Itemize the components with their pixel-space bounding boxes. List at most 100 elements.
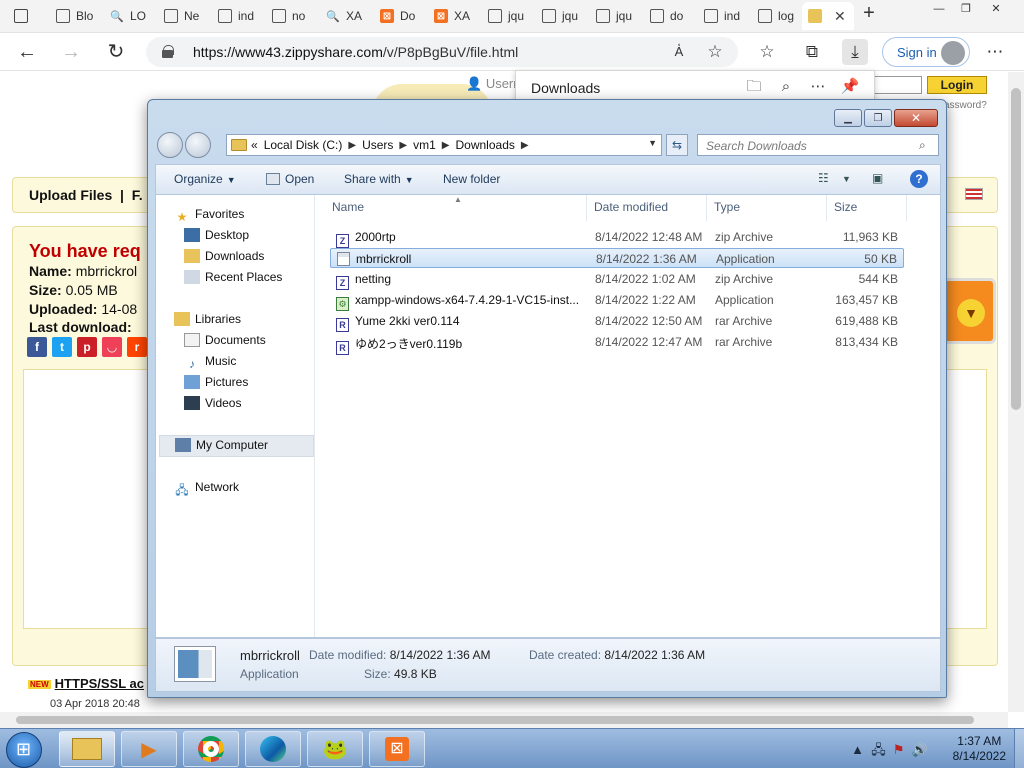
close-tab-icon[interactable]: ✕ bbox=[834, 8, 846, 25]
organize-button[interactable]: Organize ▼ bbox=[174, 172, 236, 186]
reddit-icon[interactable]: r bbox=[127, 337, 147, 357]
page-horizontal-scrollbar[interactable] bbox=[0, 712, 1008, 728]
chevron-down-icon[interactable]: ▼ bbox=[842, 174, 860, 190]
forgot-password-link[interactable]: assword? bbox=[944, 100, 987, 111]
download-button[interactable]: ▼ bbox=[942, 278, 996, 344]
new-folder-button[interactable]: New folder bbox=[443, 172, 500, 186]
refresh-icon[interactable]: ⇆ bbox=[666, 134, 688, 156]
add-favorite-icon[interactable]: ☆ bbox=[702, 39, 728, 65]
help-icon[interactable]: ? bbox=[910, 170, 928, 188]
open-folder-icon[interactable]: 🗀 bbox=[744, 77, 764, 97]
sign-in-button[interactable]: Sign in bbox=[882, 37, 970, 67]
read-aloud-icon[interactable]: A᷾ bbox=[666, 39, 692, 65]
forward-arrow-icon[interactable]: → bbox=[58, 39, 84, 65]
breadcrumb-local-disk[interactable]: Local Disk (C:) bbox=[264, 138, 343, 152]
edge-taskbar-icon[interactable] bbox=[245, 731, 301, 767]
search-icon[interactable]: ⌕ bbox=[919, 138, 933, 152]
login-button[interactable]: Login bbox=[927, 76, 987, 94]
more-options-icon[interactable]: ⋯ bbox=[808, 77, 828, 97]
column-divider[interactable] bbox=[906, 195, 907, 221]
change-view-icon[interactable]: ☷ bbox=[818, 171, 836, 187]
upload-files-link[interactable]: Upload Files | F. bbox=[29, 187, 143, 203]
back-arrow-icon[interactable]: ← bbox=[14, 39, 40, 65]
nav-favorites[interactable]: ★ Favorites bbox=[174, 207, 245, 224]
file-row[interactable]: Z 2000rtp 8/14/2022 12:48 AM zip Archive … bbox=[330, 227, 904, 248]
tab-14[interactable]: log bbox=[752, 2, 804, 30]
tab-1[interactable]: Blo bbox=[50, 2, 102, 30]
tab-12[interactable]: do bbox=[644, 2, 696, 30]
minimize-button[interactable]: ▁ bbox=[834, 109, 862, 127]
search-icon[interactable]: ⌕ bbox=[776, 77, 796, 97]
tab-13[interactable]: ind bbox=[698, 2, 750, 30]
column-divider[interactable] bbox=[826, 195, 827, 221]
facebook-icon[interactable]: f bbox=[27, 337, 47, 357]
file-row[interactable]: Znetting 8/14/2022 1:02 AM zip Archive 5… bbox=[330, 269, 904, 290]
minimize-icon[interactable]: — bbox=[928, 2, 950, 16]
column-date-modified[interactable]: Date modified bbox=[594, 200, 668, 214]
nav-desktop[interactable]: Desktop bbox=[184, 228, 249, 242]
pin-icon[interactable]: 📌 bbox=[840, 77, 860, 97]
preview-pane-icon[interactable]: ▣ bbox=[872, 171, 890, 187]
media-player-taskbar-icon[interactable]: ▶ bbox=[121, 731, 177, 767]
network-tray-icon[interactable]: 🖧 bbox=[871, 742, 886, 757]
breadcrumb-separator[interactable]: ▶ bbox=[521, 140, 529, 151]
maximize-button[interactable]: ❐ bbox=[864, 109, 892, 127]
explorer-taskbar-icon[interactable] bbox=[59, 731, 115, 767]
tab-7[interactable]: ⊠ Do bbox=[374, 2, 426, 30]
password-input[interactable] bbox=[874, 76, 922, 94]
clock[interactable]: 1:37 AM 8/14/2022 bbox=[953, 734, 1006, 764]
nav-downloads[interactable]: Downloads bbox=[184, 249, 264, 263]
breadcrumb[interactable]: « Local Disk (C:) ▶ Users ▶ vm1 ▶ Downloads… bbox=[226, 134, 662, 156]
file-row[interactable]: ⚙ xampp-windows-x64-7.4.29-1-VC15-inst...… bbox=[330, 290, 904, 311]
nav-libraries[interactable]: Libraries bbox=[174, 312, 241, 326]
us-flag-icon[interactable] bbox=[965, 188, 983, 200]
back-button[interactable] bbox=[157, 132, 183, 158]
tab-3[interactable]: Ne bbox=[158, 2, 210, 30]
close-window-icon[interactable]: ✕ bbox=[985, 2, 1007, 16]
volume-icon[interactable]: 🔊 bbox=[912, 742, 928, 757]
tab-11[interactable]: jqu bbox=[590, 2, 642, 30]
column-divider[interactable] bbox=[586, 195, 587, 221]
column-name[interactable]: Name bbox=[332, 200, 364, 214]
ssl-news-link[interactable]: NEW HTTPS/SSL ac bbox=[28, 676, 144, 691]
scroll-thumb[interactable] bbox=[1011, 88, 1021, 410]
file-row[interactable]: R ゆめ2っきver0.119b 8/14/2022 12:47 AM rar A… bbox=[330, 332, 904, 355]
chevron-down-icon[interactable]: ▼ bbox=[648, 138, 657, 148]
close-button[interactable]: ✕ bbox=[894, 109, 938, 127]
breadcrumb-separator[interactable]: ▶ bbox=[442, 140, 450, 151]
scroll-thumb[interactable] bbox=[16, 716, 974, 724]
tab-2[interactable]: 🔍 LO bbox=[104, 2, 156, 30]
nav-documents[interactable]: Documents bbox=[184, 333, 266, 347]
nav-pictures[interactable]: Pictures bbox=[184, 375, 248, 389]
tab-actions-icon[interactable] bbox=[8, 2, 40, 30]
pocket-icon[interactable]: ◡ bbox=[102, 337, 122, 357]
refresh-icon[interactable]: ↻ bbox=[103, 39, 129, 65]
column-size[interactable]: Size bbox=[834, 200, 857, 214]
chrome-taskbar-icon[interactable] bbox=[183, 731, 239, 767]
tab-active[interactable]: ✕ bbox=[802, 2, 854, 30]
file-row[interactable]: R Yume 2kki ver0.114 8/14/2022 12:50 AM r… bbox=[330, 311, 904, 332]
tab-8[interactable]: ⊠ XA bbox=[428, 2, 480, 30]
tab-6[interactable]: 🔍 XA bbox=[320, 2, 372, 30]
tab-4[interactable]: ind bbox=[212, 2, 264, 30]
twitter-icon[interactable]: t bbox=[52, 337, 72, 357]
tab-10[interactable]: jqu bbox=[536, 2, 588, 30]
collections-icon[interactable]: ⧉ bbox=[799, 39, 825, 65]
restore-icon[interactable]: ❐ bbox=[955, 2, 977, 16]
column-type[interactable]: Type bbox=[714, 200, 740, 214]
nav-videos[interactable]: Videos bbox=[184, 396, 241, 410]
breadcrumb-vm1[interactable]: vm1 bbox=[413, 138, 436, 152]
nav-network[interactable]: 🖧 Network bbox=[174, 480, 239, 497]
column-divider[interactable] bbox=[706, 195, 707, 221]
share-with-button[interactable]: Share with ▼ bbox=[344, 172, 414, 186]
more-menu-icon[interactable]: ⋯ bbox=[982, 39, 1008, 65]
breadcrumb-separator[interactable]: ▶ bbox=[399, 140, 407, 151]
favorites-icon[interactable]: ☆ bbox=[754, 39, 780, 65]
search-input[interactable]: Search Downloads ⌕ bbox=[697, 134, 939, 156]
open-button[interactable]: Open bbox=[266, 172, 314, 186]
nav-my-computer[interactable]: My Computer bbox=[159, 435, 314, 457]
nav-music[interactable]: ♪ Music bbox=[184, 354, 236, 371]
breadcrumb-separator[interactable]: ▶ bbox=[348, 140, 356, 151]
action-center-icon[interactable]: ⚑ bbox=[893, 742, 905, 757]
downloads-icon[interactable]: ⤓ bbox=[842, 39, 868, 65]
